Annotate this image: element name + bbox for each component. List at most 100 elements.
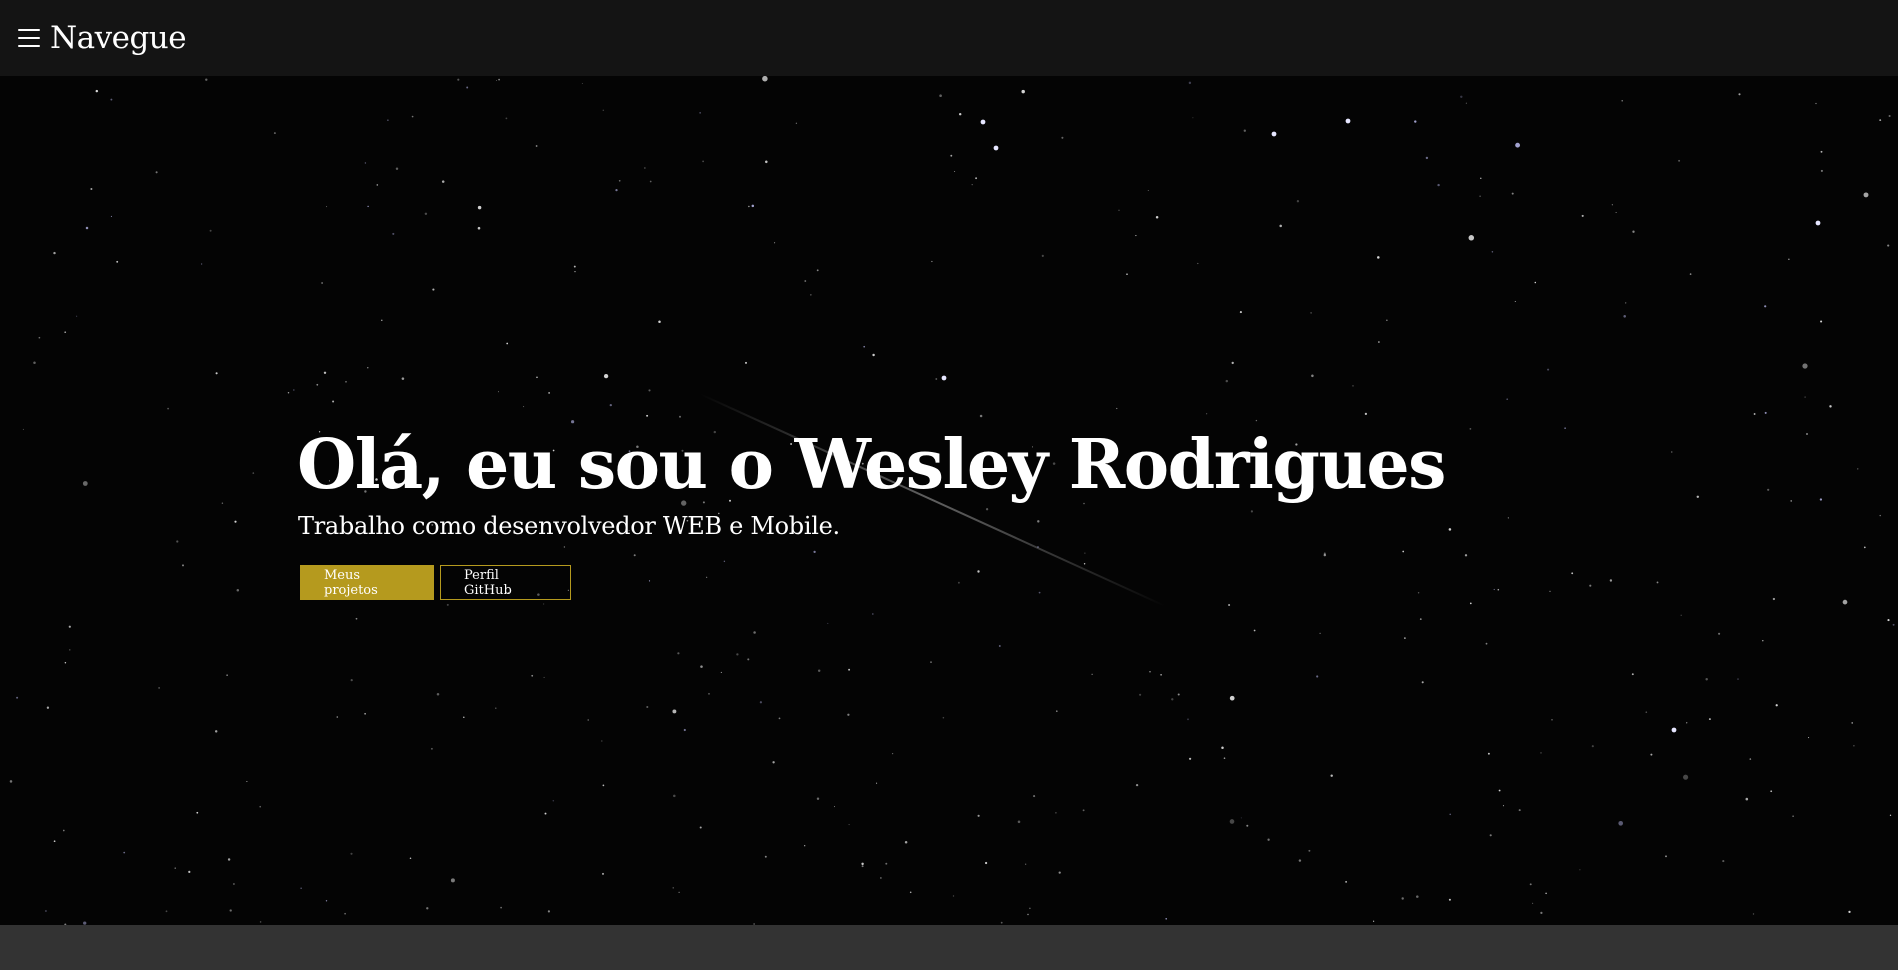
star: [1547, 368, 1550, 371]
star: [350, 679, 353, 682]
star: [1879, 119, 1882, 122]
star: [1650, 753, 1653, 756]
star: [1027, 913, 1029, 916]
star: [848, 824, 850, 826]
bright-star: [1345, 118, 1351, 124]
star: [381, 319, 383, 322]
star: [1345, 881, 1347, 883]
star: [1223, 757, 1226, 759]
star: [602, 109, 605, 112]
star: [1330, 774, 1333, 777]
star: [1364, 412, 1368, 416]
my-projects-button[interactable]: Meus projetos: [300, 565, 434, 601]
star: [205, 78, 208, 81]
star: [1545, 892, 1547, 895]
star: [1775, 704, 1778, 707]
star: [1493, 588, 1495, 591]
star: [246, 780, 248, 783]
star: [544, 812, 547, 815]
star: [1253, 629, 1256, 632]
star: [1879, 514, 1881, 517]
star: [62, 829, 65, 832]
star: [1749, 758, 1752, 760]
star: [234, 520, 237, 523]
star: [1243, 129, 1246, 132]
star: [387, 119, 389, 121]
star: [1319, 632, 1321, 635]
star: [477, 226, 481, 230]
nav-title[interactable]: Navegue: [50, 20, 187, 56]
star: [1804, 396, 1806, 398]
star: [1502, 805, 1505, 807]
star: [699, 112, 701, 114]
star: [1480, 177, 1482, 179]
star: [1857, 468, 1859, 470]
star: [700, 665, 703, 668]
star: [601, 872, 605, 875]
star: [618, 179, 621, 182]
star: [648, 389, 651, 392]
star: [1197, 262, 1199, 265]
star: [1863, 192, 1869, 198]
star: [1534, 281, 1537, 284]
star: [1589, 584, 1592, 587]
star: [1160, 673, 1162, 676]
star: [765, 160, 768, 164]
star: [699, 826, 702, 829]
star: [441, 180, 445, 183]
star: [552, 800, 555, 802]
star: [22, 428, 24, 430]
star: [644, 167, 646, 169]
star: [209, 229, 212, 232]
star: [762, 76, 768, 82]
star: [1135, 783, 1139, 787]
star: [646, 414, 649, 417]
star: [1469, 428, 1472, 430]
star: [871, 613, 874, 615]
star: [817, 669, 821, 673]
star: [1033, 795, 1036, 798]
star: [326, 206, 328, 208]
star: [1058, 871, 1061, 874]
star: [1705, 678, 1708, 681]
star: [1414, 120, 1417, 123]
github-profile-button[interactable]: Perfil GitHub: [440, 565, 571, 601]
star: [1135, 235, 1137, 237]
star: [1851, 722, 1854, 724]
star: [1888, 114, 1891, 118]
star: [1373, 920, 1375, 922]
star: [215, 372, 218, 375]
hamburger-menu-icon[interactable]: [18, 29, 40, 47]
star: [1820, 320, 1823, 323]
star: [535, 145, 538, 147]
star: [505, 117, 508, 120]
star: [1464, 554, 1468, 557]
star: [53, 840, 56, 843]
star: [95, 89, 99, 93]
star: [181, 564, 185, 567]
star: [409, 857, 412, 859]
star: [1753, 413, 1756, 415]
star: [1686, 722, 1688, 724]
star: [745, 361, 747, 364]
star: [816, 797, 820, 801]
star: [457, 78, 460, 81]
star: [426, 907, 429, 910]
star: [1820, 169, 1823, 172]
star: [774, 242, 776, 244]
star: [1188, 757, 1192, 760]
hero-subtitle: Trabalho como desenvolvedor WEB e Mobile…: [298, 512, 840, 541]
star: [1239, 311, 1242, 314]
star: [1511, 192, 1514, 195]
star: [1564, 427, 1566, 429]
star: [1147, 189, 1149, 192]
star: [165, 910, 168, 913]
star: [1255, 419, 1258, 422]
star: [1267, 838, 1270, 841]
star: [658, 320, 661, 324]
star: [804, 845, 806, 847]
top-navbar: Navegue: [0, 0, 1898, 76]
star: [287, 391, 290, 394]
star: [975, 177, 978, 180]
star: [1479, 195, 1481, 198]
